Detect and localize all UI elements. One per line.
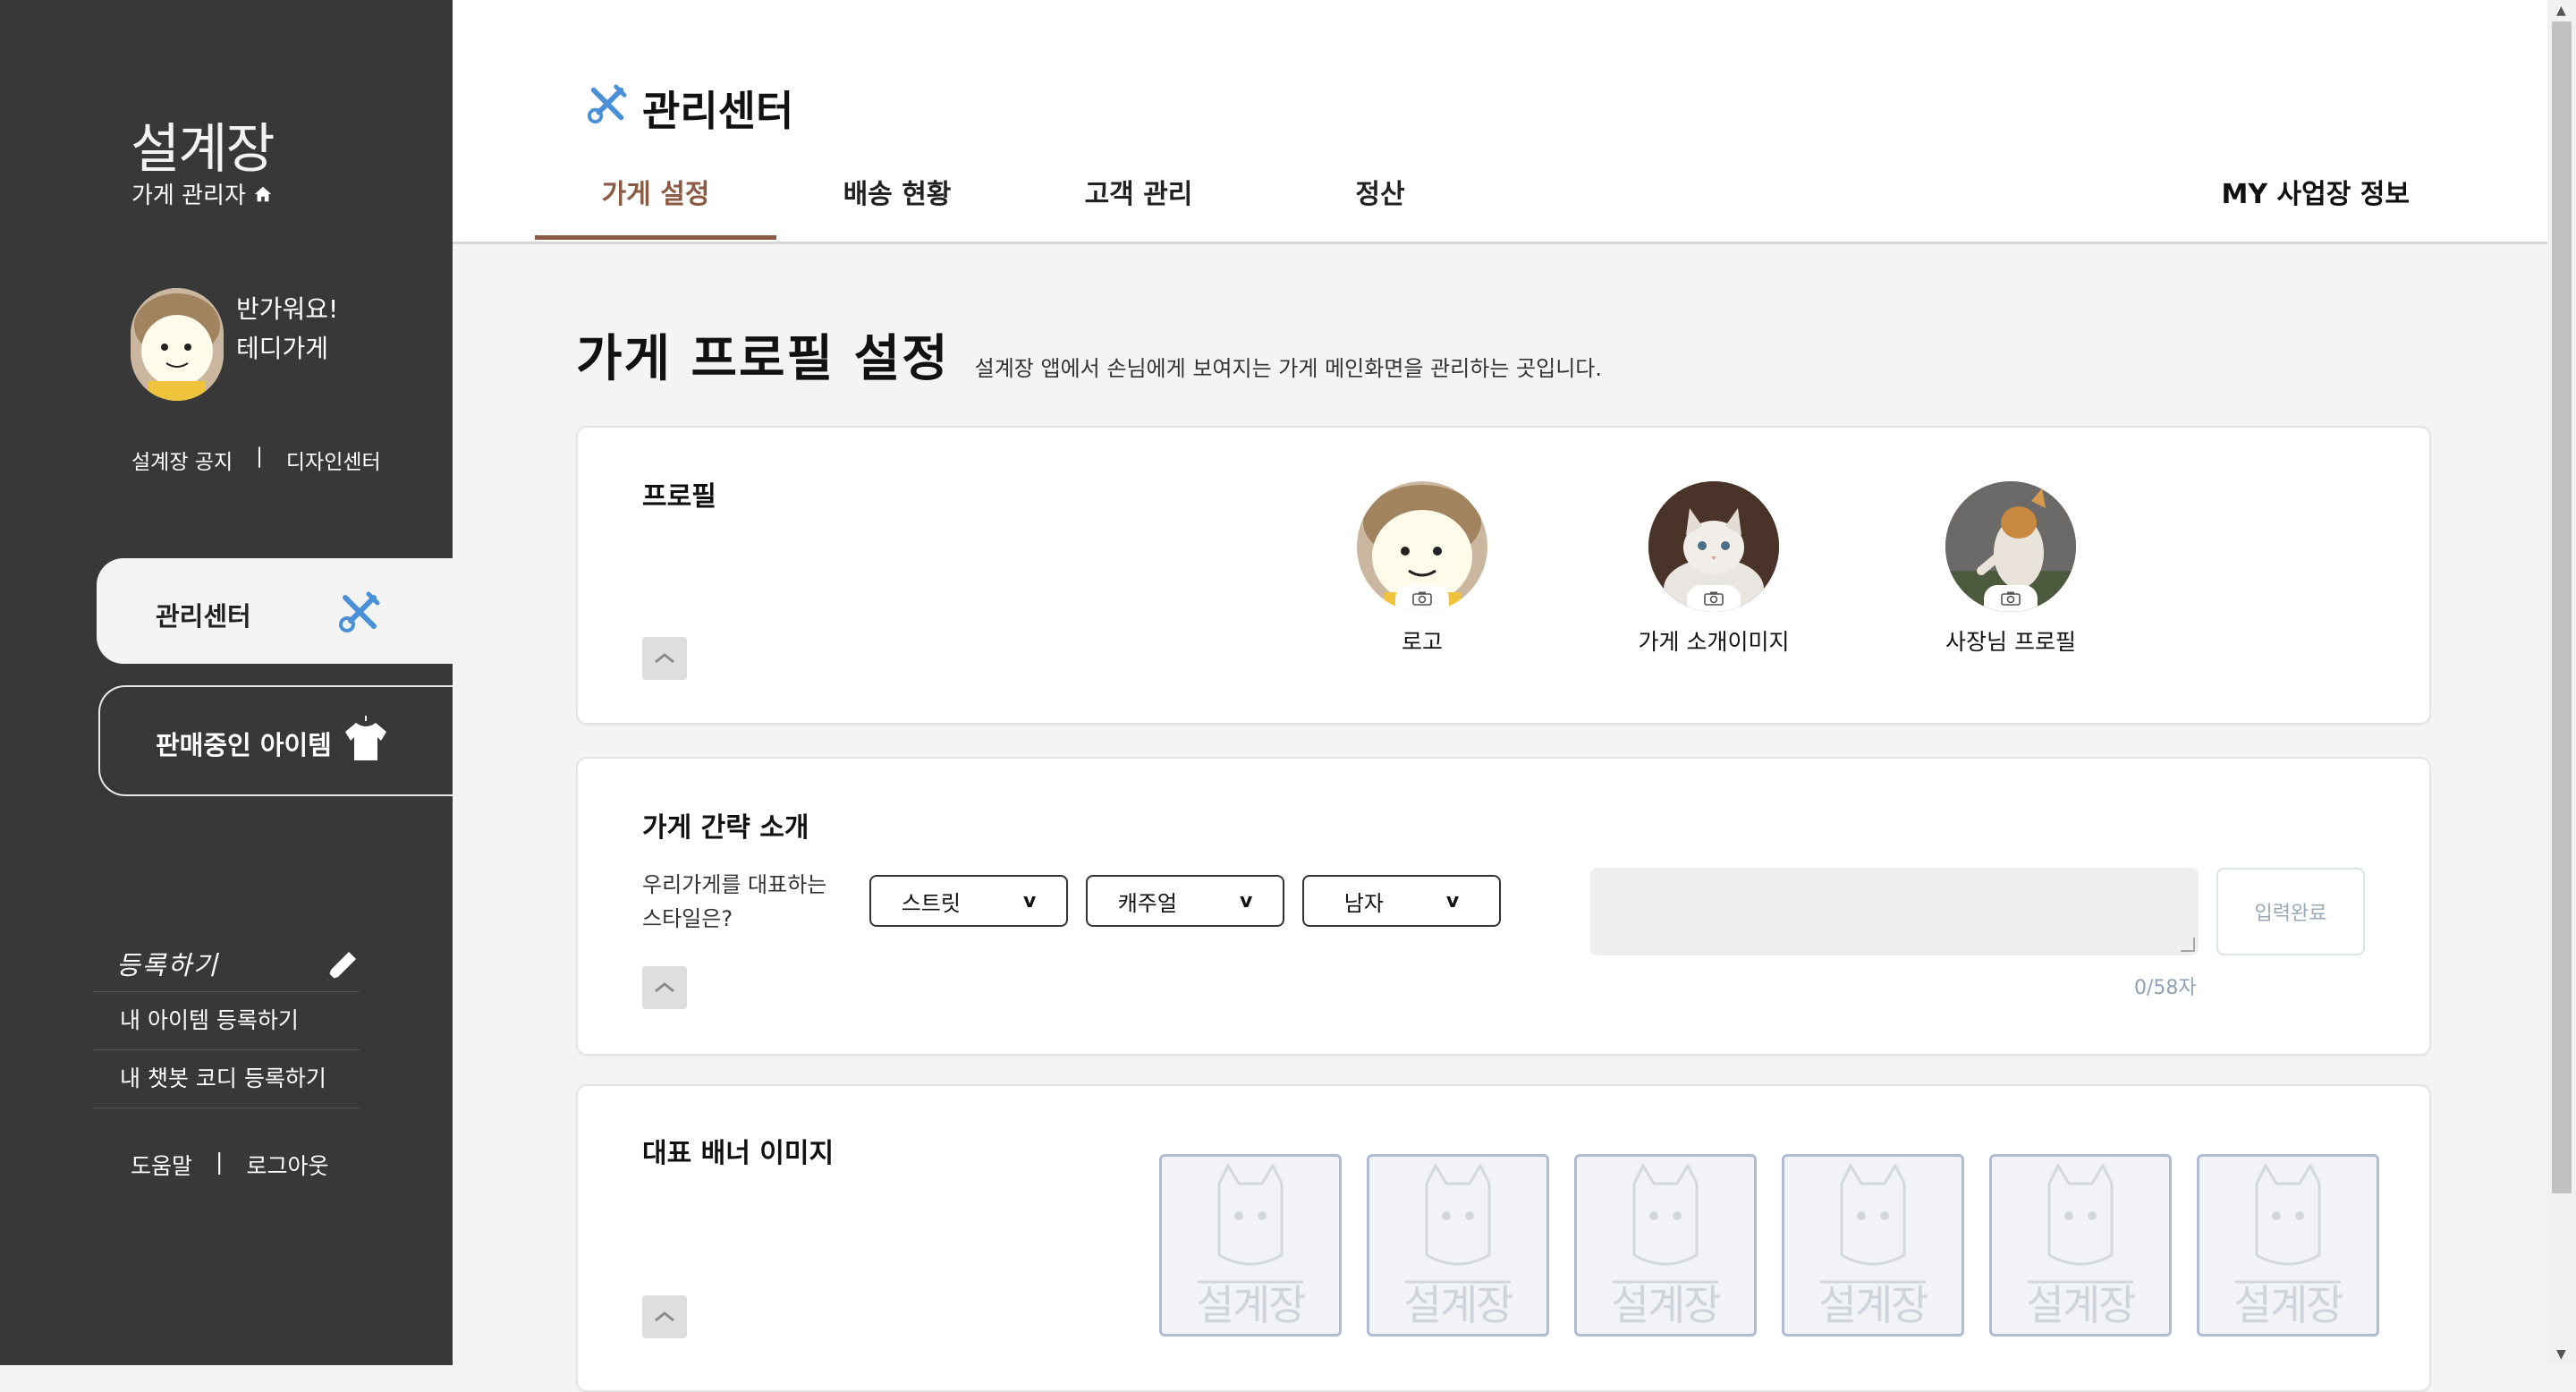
style-question: 우리가게를 대표하는 스타일은? — [642, 868, 826, 936]
gender-select[interactable]: 남자 v — [1302, 875, 1501, 927]
banner-slot[interactable]: 설계장 — [1159, 1154, 1342, 1337]
chevron-icon — [655, 1311, 674, 1322]
camera-icon[interactable] — [1395, 585, 1449, 612]
footer-links: 도움말 | 로그아웃 — [131, 1149, 328, 1181]
resize-handle[interactable] — [2181, 938, 2195, 952]
banner-slot-watermark: 설계장 — [2233, 1281, 2344, 1329]
profile-owner-image[interactable]: 사장님 프로필 — [1912, 481, 2109, 657]
tab-settlement[interactable]: 정산 — [1259, 175, 1501, 240]
banner-slot[interactable]: 설계장 — [2197, 1154, 2379, 1337]
brand-logo[interactable]: 설계장 — [131, 106, 275, 183]
mood-select[interactable]: 캐주얼 v — [1086, 875, 1284, 927]
pencil-icon — [322, 946, 361, 989]
mood-select-value: 캐주얼 — [1117, 890, 1177, 916]
header-title: 관리센터 — [587, 79, 793, 138]
scrollbar-thumb[interactable] — [2552, 21, 2572, 1193]
home-icon — [254, 186, 272, 201]
chevron-down-icon: v — [1239, 889, 1253, 912]
store-intro-textarea[interactable] — [1590, 868, 2199, 955]
separator: | — [256, 445, 263, 468]
sidebar: 설계장 가게 관리자 반가워요! 테디가게 설계장 공지 | 디자인센터 관리센… — [0, 0, 453, 1365]
tab-customer-management[interactable]: 고객 관리 — [1018, 175, 1259, 240]
register-title: 등록하기 — [116, 950, 219, 980]
expand-button[interactable] — [642, 637, 687, 680]
banner-slot[interactable]: 설계장 — [1782, 1154, 1964, 1337]
banner-slot-watermark: 설계장 — [1403, 1281, 1514, 1329]
profile-item-label: 가게 소개이미지 — [1638, 629, 1790, 655]
banner-slot-watermark: 설계장 — [2026, 1281, 2137, 1329]
design-center-link[interactable]: 디자인센터 — [286, 445, 381, 475]
banner-slot[interactable]: 설계장 — [1367, 1154, 1549, 1337]
register-list: 내 아이템 등록하기 내 챗봇 코디 등록하기 — [93, 991, 360, 1108]
banner-slot[interactable]: 설계장 — [1574, 1154, 1757, 1337]
profile-store-intro-image[interactable]: 가게 소개이미지 — [1615, 481, 1812, 657]
register-item-chatbot-coordi[interactable]: 내 챗봇 코디 등록하기 — [93, 1049, 360, 1108]
style-select[interactable]: 스트릿 v — [869, 875, 1068, 927]
store-intro-title: 가게 간략 소개 — [642, 812, 809, 844]
store-intro-image[interactable] — [1648, 481, 1779, 612]
avatar — [131, 288, 224, 401]
sidebar-item-management-center[interactable]: 관리센터 — [97, 558, 453, 664]
page-title-row: 가게 프로필 설정 설계장 앱에서 손님에게 보여지는 가게 메인화면을 관리하… — [576, 318, 1602, 391]
owner-profile-image[interactable] — [1945, 481, 2076, 612]
brand-subtitle-label: 가게 관리자 — [131, 182, 246, 209]
banner-slot-watermark: 설계장 — [1611, 1281, 1722, 1329]
header-title-text: 관리센터 — [642, 87, 794, 135]
brand-subtitle[interactable]: 가게 관리자 — [131, 177, 273, 210]
chevron-down-icon: v — [1022, 889, 1037, 912]
register-item-my-item[interactable]: 내 아이템 등록하기 — [93, 991, 360, 1049]
banner-card-title: 대표 배너 이미지 — [642, 1138, 835, 1169]
wrench-screwdriver-icon — [587, 83, 628, 134]
chevron-down-icon: v — [1445, 889, 1460, 912]
separator: | — [216, 1149, 224, 1175]
profile-card-title: 프로필 — [642, 481, 716, 513]
my-business-info-link[interactable]: MY 사업장 정보 — [2222, 175, 2410, 215]
profile-item-label: 로고 — [1401, 629, 1443, 655]
scroll-down-arrow-icon[interactable]: ▼ — [2556, 1347, 2566, 1362]
banner-slot-watermark: 설계장 — [1818, 1281, 1929, 1329]
wrench-screwdriver-icon — [338, 590, 381, 637]
expand-button[interactable] — [642, 1295, 687, 1338]
tab-store-settings[interactable]: 가게 설정 — [535, 175, 776, 240]
greeting-store-name: 테디가게 — [236, 334, 329, 363]
tshirt-icon — [343, 714, 388, 766]
style-select-value: 스트릿 — [901, 890, 961, 916]
greeting: 반가워요! 테디가게 — [236, 290, 338, 369]
camera-icon[interactable] — [1687, 585, 1741, 612]
tab-delivery-status[interactable]: 배송 현황 — [776, 175, 1018, 240]
camera-icon[interactable] — [1984, 585, 2038, 612]
header: 관리센터 가게 설정 배송 현황 고객 관리 정산 MY 사업장 정보 — [453, 0, 2547, 244]
page-title: 가게 프로필 설정 — [576, 330, 950, 388]
store-intro-card: 가게 간략 소개 우리가게를 대표하는 스타일은? 스트릿 v 캐주얼 v 남자… — [576, 757, 2431, 1056]
banner-card: 대표 배너 이미지 설계장 설계장 설계장 설계장 설계장 설계장 — [576, 1084, 2431, 1392]
profile-card: 프로필 로고 가게 소개이미지 사장님 프로필 — [576, 426, 2431, 725]
help-link[interactable]: 도움말 — [131, 1149, 192, 1181]
sidebar-item-label: 관리센터 — [156, 601, 251, 632]
profile-logo[interactable]: 로고 — [1324, 481, 1521, 657]
style-question-line-2: 스타일은? — [642, 906, 733, 931]
scroll-up-arrow-icon[interactable]: ▲ — [2556, 4, 2566, 18]
sidebar-item-label: 판매중인 아이템 — [156, 730, 332, 760]
tab-bar: 가게 설정 배송 현황 고객 관리 정산 — [535, 175, 1501, 240]
expand-button[interactable] — [642, 966, 687, 1009]
logo-image[interactable] — [1357, 481, 1487, 612]
greeting-line-1: 반가워요! — [236, 294, 339, 324]
notice-link[interactable]: 설계장 공지 — [131, 445, 233, 475]
sidebar-item-selling-items[interactable]: 판매중인 아이템 — [98, 685, 453, 796]
chevron-icon — [655, 982, 674, 993]
character-counter: 0/58자 — [2134, 977, 2197, 999]
submit-button[interactable]: 입력완료 — [2216, 868, 2365, 955]
scrollbar[interactable]: ▲ ▼ — [2547, 0, 2576, 1365]
banner-slot-watermark: 설계장 — [1196, 1281, 1307, 1329]
banner-slot[interactable]: 설계장 — [1989, 1154, 2172, 1337]
chevron-icon — [655, 653, 674, 664]
page-description: 설계장 앱에서 손님에게 보여지는 가게 메인화면을 관리하는 곳입니다. — [974, 356, 1602, 381]
gender-select-value: 남자 — [1343, 890, 1384, 916]
logout-link[interactable]: 로그아웃 — [246, 1149, 328, 1181]
style-question-line-1: 우리가게를 대표하는 — [642, 872, 827, 897]
notice-links: 설계장 공지 | 디자인센터 — [131, 445, 381, 475]
profile-item-label: 사장님 프로필 — [1945, 629, 2076, 655]
